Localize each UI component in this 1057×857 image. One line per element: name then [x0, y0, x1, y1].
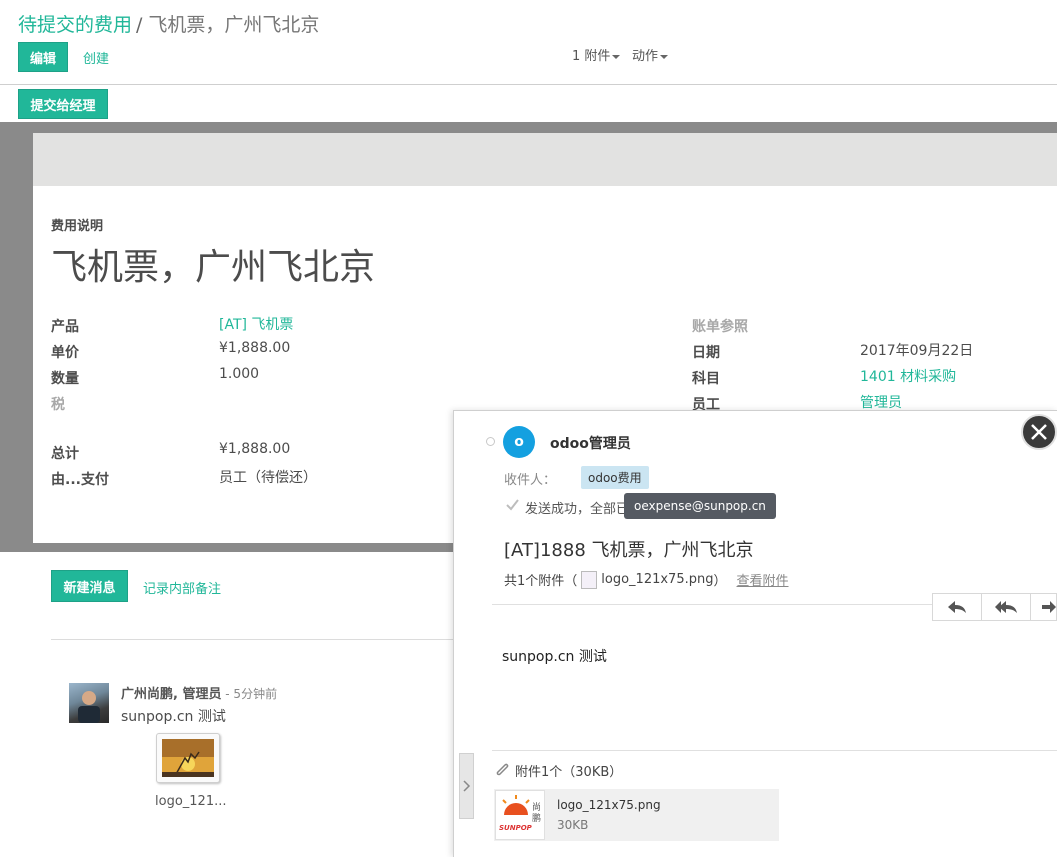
popup-close-button[interactable]: [1021, 414, 1057, 450]
png-file-icon: [581, 570, 598, 589]
attachments-dropdown[interactable]: 1 附件: [572, 45, 621, 64]
employee-value[interactable]: 管理员: [860, 392, 902, 412]
email-tooltip: oexpense@sunpop.cn: [624, 493, 776, 519]
form-status-band: [33, 133, 1057, 186]
sunpop-logo-text: SUNPOP: [499, 824, 532, 832]
forward-button[interactable]: [1031, 594, 1056, 620]
message-author[interactable]: 广州尚鹏, 管理员: [121, 687, 221, 702]
header-divider: [0, 84, 1057, 85]
sunpop-logo-side: 尚鹏: [532, 803, 542, 824]
view-attachments-link[interactable]: 查看附件: [737, 570, 789, 589]
forward-icon: [1042, 601, 1056, 613]
log-note-button[interactable]: 记录内部备注: [143, 578, 221, 597]
message-subject: [AT]1888 飞机票，广州飞北京: [504, 540, 754, 561]
attachment-summary-suffix: ）: [713, 574, 727, 589]
reply-all-button[interactable]: [982, 594, 1031, 620]
submit-to-manager-button[interactable]: 提交给经理: [18, 89, 108, 119]
message-header: 广州尚鹏, 管理员 - 5分钟前: [121, 683, 277, 702]
reply-icon: [948, 601, 966, 613]
popup-author[interactable]: odoo管理员: [550, 433, 631, 453]
chevron-right-icon: [462, 780, 470, 792]
attachment-card-size: 30KB: [557, 818, 589, 832]
paperclip-icon: [494, 762, 510, 776]
caret-down-icon: [612, 54, 621, 59]
person-photo-icon: [78, 691, 100, 723]
author-avatar-o: o: [503, 426, 535, 458]
reply-all-icon: [995, 601, 1017, 613]
action-dropdown-label: 动作: [632, 49, 659, 64]
checkmark-icon: [505, 498, 519, 512]
popup-collapse-handle[interactable]: [459, 753, 474, 819]
popup-body: sunpop.cn 测试: [502, 649, 607, 665]
expense-title: 飞机票，广州飞北京: [51, 247, 376, 288]
breadcrumb: 待提交的费用 / 飞机票，广州飞北京: [18, 10, 319, 37]
quantity-label: 数量: [51, 371, 79, 387]
attachments-header: 附件1个（30KB）: [515, 765, 623, 780]
close-icon: [1031, 424, 1047, 440]
account-value[interactable]: 1401 材料采购: [860, 366, 956, 386]
action-dropdown[interactable]: 动作: [632, 45, 669, 64]
breadcrumb-separator: /: [136, 14, 143, 36]
recipient-tag[interactable]: odoo费用: [581, 466, 649, 489]
create-button[interactable]: 创建: [83, 48, 109, 67]
attachment-summary-prefix: 共1个附件（: [504, 574, 578, 589]
image-thumbnail-icon: [162, 739, 214, 777]
attachment-summary: 共1个附件（ logo_121x75.png ） 查看附件: [504, 570, 789, 589]
unit-price-label: 单价: [51, 345, 79, 361]
unread-dot-icon[interactable]: [486, 437, 495, 446]
attachment-summary-file[interactable]: logo_121x75.png: [601, 572, 713, 587]
paid-by-label: 由...支付: [51, 472, 109, 488]
caret-down-icon: [660, 54, 669, 59]
reply-toolbar: [932, 593, 1057, 621]
attachments-dropdown-label: 1 附件: [572, 49, 611, 64]
recipients-label: 收件人：: [504, 473, 557, 488]
image-attachment-thumbnail[interactable]: [156, 733, 220, 783]
chatter-divider: [51, 639, 454, 640]
paid-by-value: 员工（待偿还）: [219, 470, 317, 486]
attachment-filename[interactable]: logo_121...: [155, 794, 226, 809]
message-body: sunpop.cn 测试: [121, 709, 226, 725]
breadcrumb-current: 飞机票，广州飞北京: [148, 14, 320, 36]
breadcrumb-parent-link[interactable]: 待提交的费用: [18, 14, 132, 36]
date-value: 2017年09月22日: [860, 343, 974, 359]
tax-label: 税: [51, 397, 65, 413]
author-avatar[interactable]: [69, 683, 109, 723]
attachment-card-filename[interactable]: logo_121x75.png: [557, 798, 661, 812]
bill-reference-label: 账单参照: [692, 319, 748, 335]
product-value[interactable]: [AT] 飞机票: [219, 314, 293, 334]
quantity-value: 1.000: [219, 366, 260, 382]
total-value: ¥1,888.00: [219, 441, 291, 457]
popup-divider-bottom: [492, 750, 1057, 751]
send-status: 发送成功，全部已: [525, 502, 630, 517]
total-label: 总计: [51, 446, 79, 462]
account-label: 科目: [692, 371, 720, 387]
edit-button[interactable]: 编辑: [18, 42, 68, 72]
product-label: 产品: [51, 319, 79, 335]
description-label: 费用说明: [51, 219, 104, 234]
new-message-button[interactable]: 新建消息: [51, 570, 128, 602]
unit-price-value: ¥1,888.00: [219, 340, 291, 356]
message-time: - 5分钟前: [221, 687, 278, 701]
reply-button[interactable]: [933, 594, 982, 620]
date-label: 日期: [692, 345, 720, 361]
sunpop-logo: SUNPOP 尚鹏: [495, 790, 545, 840]
